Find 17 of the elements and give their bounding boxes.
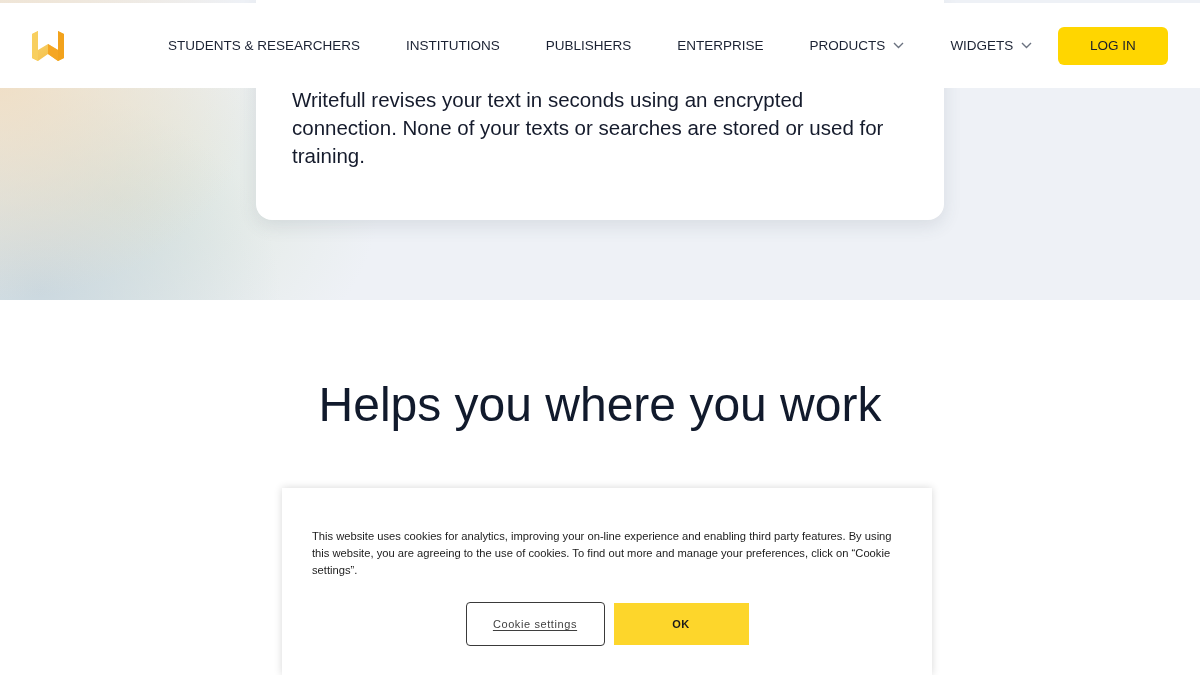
login-button[interactable]: LOG IN <box>1058 26 1168 65</box>
nav-link[interactable]: INSTITUTIONS <box>406 38 500 53</box>
cookie-settings-button[interactable]: Cookie settings <box>465 602 605 646</box>
section-heading: Helps you where you work <box>318 377 882 433</box>
nav-menu-link[interactable]: PRODUCTS <box>809 38 905 53</box>
nav-label: PRODUCTS <box>809 38 886 53</box>
logo-icon[interactable] <box>32 29 64 62</box>
ok-button[interactable]: OK <box>613 603 749 645</box>
nav-link[interactable]: ENTERPRISE <box>677 38 764 53</box>
card-text: Writefull revises your text in seconds using an encrypted connection. None of your texts or searches are stored or used for training. <box>292 87 885 169</box>
nav-link[interactable]: STUDENTS & RESEARCHERS <box>168 38 361 53</box>
nav-menu-link[interactable]: WIDGETS <box>950 38 1033 53</box>
chevron-down-icon <box>1021 42 1033 49</box>
chevron-down-icon <box>893 42 905 49</box>
nav-label: WIDGETS <box>950 38 1014 53</box>
nav-link[interactable]: PUBLISHERS <box>545 38 632 53</box>
cookie-notice-text: This website uses cookies for analytics, improving your on-line experience and enabling third party features. By using this website, you are agreeing to the use of cookies. To find out more and manage your preferences, click on “Cookie settings”. <box>312 529 893 578</box>
